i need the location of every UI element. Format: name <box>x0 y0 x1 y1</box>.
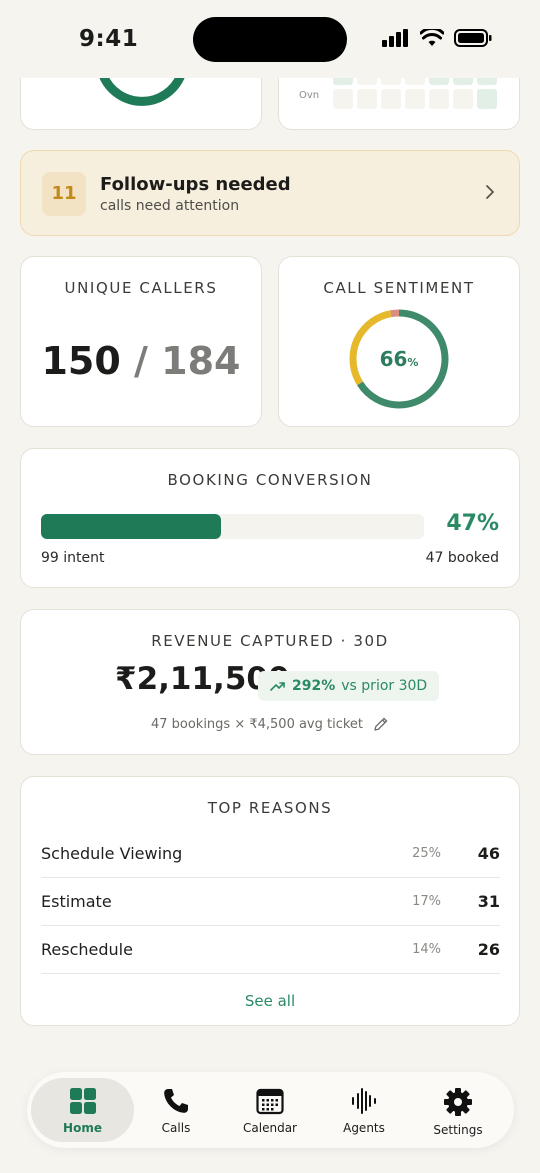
tab-settings-label: Settings <box>433 1123 483 1137</box>
revenue-change-chip: 292% vs prior 30D <box>258 671 440 701</box>
followup-title: Follow-ups needed <box>100 174 291 195</box>
reason-row[interactable]: Schedule Viewing 25% 46 <box>41 830 500 878</box>
conversion-percent: 47% <box>446 511 499 536</box>
top-reasons-label: TOP REASONS <box>207 799 333 817</box>
heat-cell <box>333 89 353 109</box>
tab-agents[interactable]: Agents <box>316 1078 412 1142</box>
see-all-link[interactable]: See all <box>21 992 519 1010</box>
phone-icon <box>164 1089 188 1113</box>
followup-subtitle: calls need attention <box>100 198 240 214</box>
heat-cell <box>381 89 401 109</box>
tab-home[interactable]: Home <box>31 1078 134 1142</box>
revenue-card: REVENUE CAPTURED · 30D ₹2,11,500 292% vs… <box>20 609 520 755</box>
wifi-icon <box>420 29 444 46</box>
tab-home-label: Home <box>63 1121 102 1135</box>
booking-conversion-label: BOOKING CONVERSION <box>167 471 373 489</box>
tab-calendar[interactable]: Calendar <box>222 1078 318 1142</box>
revenue-note: 47 bookings × ₹4,500 avg ticket <box>21 716 519 732</box>
status-icons <box>382 29 492 47</box>
conversion-bar-fill <box>41 514 221 539</box>
signal-icon <box>382 29 408 47</box>
heat-cell <box>405 89 425 109</box>
tab-settings[interactable]: Settings <box>410 1078 506 1142</box>
reason-row[interactable]: Estimate 17% 31 <box>41 878 500 926</box>
heat-cell <box>453 89 473 109</box>
dynamic-island <box>193 17 347 62</box>
sentiment-number: 66 <box>379 347 408 371</box>
grid-icon <box>69 1088 96 1114</box>
call-sentiment-card: CALL SENTIMENT 66% <box>278 256 520 427</box>
revenue-change-text: vs prior 30D <box>341 678 428 694</box>
heatmap-row-label: Ovn <box>299 90 320 101</box>
gear-icon <box>444 1088 472 1116</box>
revenue-note-text: 47 bookings × ₹4,500 avg ticket <box>150 716 364 732</box>
battery-icon <box>454 29 492 47</box>
reason-percent: 17% <box>412 894 441 909</box>
followups-card[interactable]: 11 Follow-ups needed calls need attentio… <box>20 150 520 236</box>
reason-name: Reschedule <box>41 940 133 959</box>
sentiment-value: 66% <box>347 347 451 371</box>
unique-callers-count: 150 <box>41 339 121 383</box>
heat-cell <box>477 89 497 109</box>
pencil-icon[interactable] <box>373 716 389 732</box>
tab-calls-label: Calls <box>161 1121 191 1135</box>
tab-calendar-label: Calendar <box>243 1121 297 1135</box>
waveform-icon <box>352 1088 376 1114</box>
unique-callers-value: 150 / 184 <box>21 339 261 383</box>
booked-count: 47 booked <box>425 550 499 566</box>
call-sentiment-label: CALL SENTIMENT <box>323 279 475 297</box>
reason-row[interactable]: Reschedule 14% 26 <box>41 926 500 974</box>
unique-callers-label: UNIQUE CALLERS <box>64 279 218 297</box>
reason-count: 46 <box>477 844 500 863</box>
status-time: 9:41 <box>79 26 139 52</box>
trend-up-icon <box>270 682 285 691</box>
reason-percent: 14% <box>412 942 441 957</box>
followup-count-badge: 11 <box>42 172 86 216</box>
top-reasons-card: TOP REASONS Schedule Viewing 25% 46 Esti… <box>20 776 520 1026</box>
reason-name: Schedule Viewing <box>41 844 183 863</box>
reason-count: 31 <box>477 892 500 911</box>
status-bar: 9:41 <box>0 0 540 78</box>
unique-callers-card: UNIQUE CALLERS 150 / 184 <box>20 256 262 427</box>
revenue-change-value: 292% <box>292 678 336 694</box>
tab-bar: Home Calls Calendar Agents Settings <box>27 1072 514 1148</box>
heat-cell <box>357 89 377 109</box>
tab-calls[interactable]: Calls <box>128 1078 224 1142</box>
chevron-right-icon <box>486 185 494 199</box>
conversion-bar-track <box>41 514 424 539</box>
intent-count: 99 intent <box>41 550 105 566</box>
total-callers-count: 184 <box>161 339 241 383</box>
reason-name: Estimate <box>41 892 112 911</box>
reason-percent: 25% <box>412 846 441 861</box>
booking-conversion-card: BOOKING CONVERSION 47% 99 intent 47 book… <box>20 448 520 588</box>
heat-cell <box>429 89 449 109</box>
reason-count: 26 <box>477 940 500 959</box>
calendar-icon <box>256 1088 284 1115</box>
callers-separator: / <box>134 339 148 383</box>
revenue-label: REVENUE CAPTURED · 30D <box>151 632 389 650</box>
sentiment-unit: % <box>407 356 419 369</box>
tab-agents-label: Agents <box>343 1121 385 1135</box>
